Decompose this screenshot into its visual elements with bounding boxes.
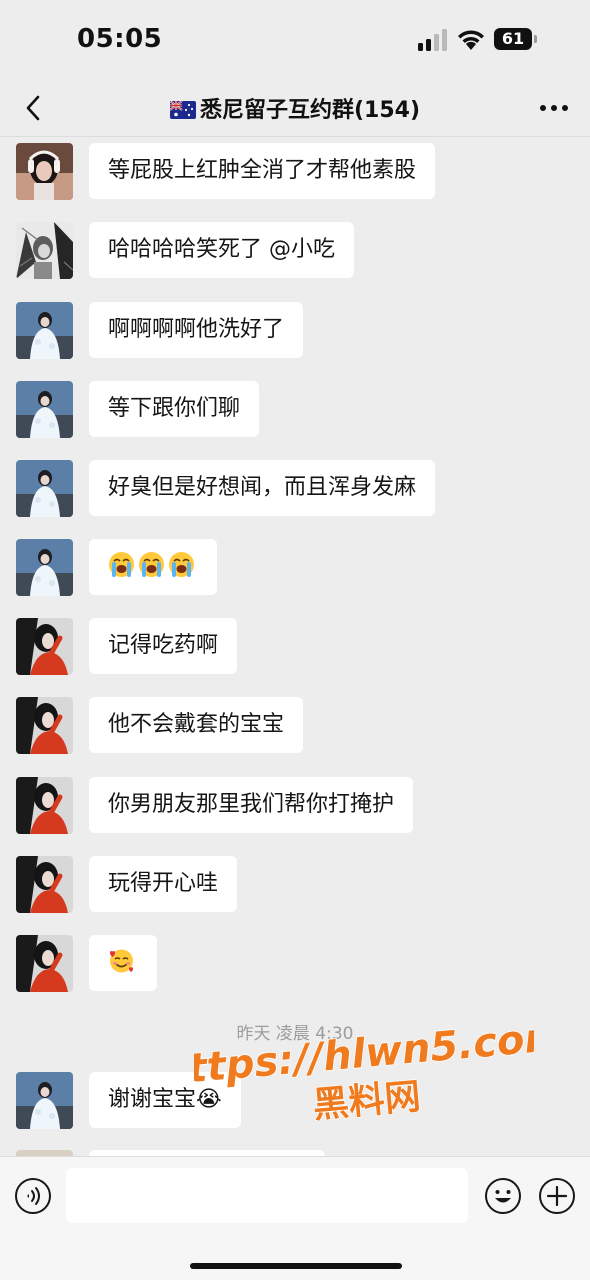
message-bubble[interactable]: 😭😭😭	[89, 539, 217, 595]
message-input[interactable]	[66, 1168, 468, 1223]
wechat-group-chat-screen: 05:05 61 悉尼留子互约群(154) 等屁股上红肿全消了才帮他素股 哈哈哈…	[0, 0, 590, 1280]
emoji-icon[interactable]	[484, 1177, 522, 1215]
voice-icon[interactable]	[14, 1177, 52, 1215]
loudly-crying-face-icon	[139, 552, 164, 577]
nav-bar: 悉尼留子互约群(154)	[0, 80, 590, 137]
avatar[interactable]	[16, 697, 73, 754]
battery-level: 61	[501, 29, 525, 48]
message-bubble[interactable]: 好臭但是好想闻，而且浑身发麻	[89, 460, 436, 516]
input-bar	[0, 1156, 590, 1280]
plus-icon[interactable]	[538, 1177, 576, 1215]
australia-flag-icon	[169, 101, 196, 119]
status-bar: 05:05 61	[0, 0, 590, 80]
message-bubble[interactable]: 啊啊啊啊他洗好了	[89, 302, 304, 358]
message-bubble[interactable]: 等屁股上红肿全消了才帮他素股	[89, 143, 436, 199]
message-bubble[interactable]: 🥰	[89, 935, 157, 991]
avatar[interactable]	[16, 777, 73, 834]
avatar[interactable]	[16, 222, 73, 279]
message-list[interactable]: 等屁股上红肿全消了才帮他素股 哈哈哈哈笑死了 @小吃 啊啊啊啊他洗好了 等下跟你…	[0, 137, 590, 1156]
cellular-signal-icon	[418, 29, 447, 51]
message-bubble[interactable]: 等下跟你们聊	[89, 381, 260, 437]
message-bubble[interactable]: 玩得开心哇	[89, 856, 238, 912]
avatar[interactable]	[16, 381, 73, 438]
avatar[interactable]	[16, 460, 73, 517]
avatar[interactable]	[16, 143, 73, 200]
avatar[interactable]	[16, 539, 73, 596]
message-bubble[interactable]: 哈哈哈哈笑死了 @小吃	[89, 222, 354, 278]
more-dots-icon[interactable]	[534, 90, 574, 126]
avatar[interactable]	[16, 1072, 73, 1129]
message-bubble[interactable]: 他不会戴套的宝宝	[89, 697, 304, 753]
avatar[interactable]	[16, 856, 73, 913]
chat-title[interactable]: 悉尼留子互约群(154)	[0, 92, 590, 124]
message-bubble[interactable]: 你男朋友那里我们帮你打掩护	[89, 777, 414, 833]
loudly-crying-face-icon	[109, 552, 134, 577]
smiling-face-with-hearts-icon	[110, 949, 133, 973]
loudly-crying-face-icon	[169, 552, 194, 577]
avatar[interactable]	[16, 618, 73, 675]
chat-title-text: 悉尼留子互约群(154)	[199, 98, 421, 123]
battery-indicator: 61	[494, 28, 538, 50]
battery-tip	[534, 35, 537, 43]
status-time: 05:05	[77, 24, 163, 54]
avatar[interactable]	[16, 302, 73, 359]
home-indicator[interactable]	[190, 1263, 402, 1269]
avatar[interactable]	[16, 935, 73, 992]
wifi-icon	[458, 30, 484, 50]
time-divider: 昨天 凌晨 4:30	[236, 1024, 354, 1044]
message-bubble[interactable]: 谢谢宝宝😭	[89, 1072, 241, 1128]
message-bubble[interactable]: 记得吃药啊	[89, 618, 238, 674]
